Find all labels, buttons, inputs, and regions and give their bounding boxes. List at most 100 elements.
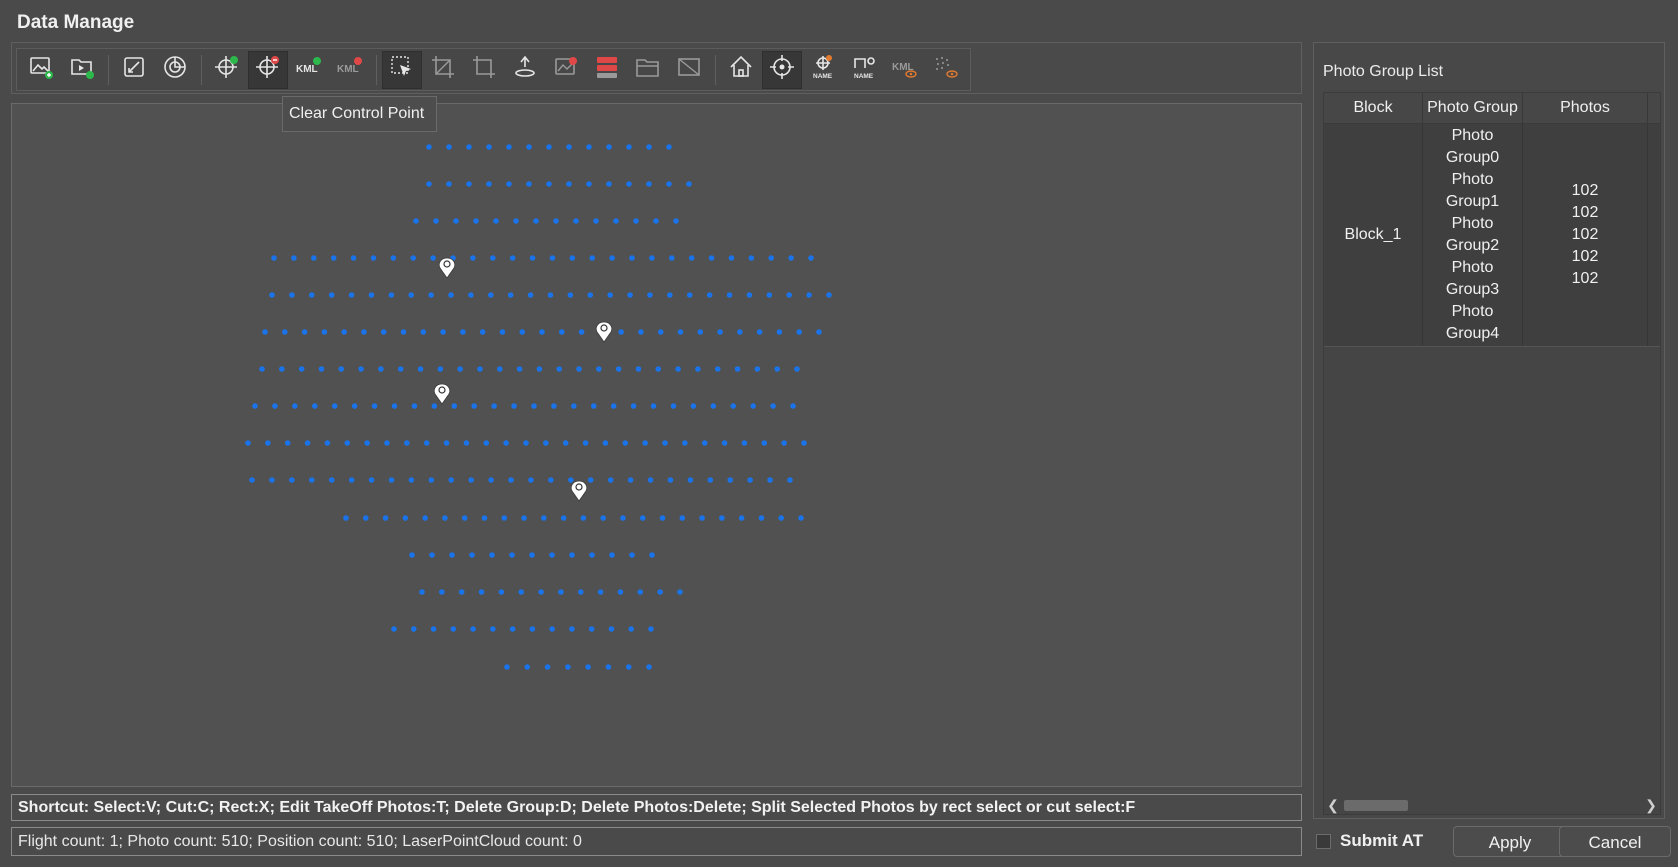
photo-group-name: Photo Group3	[1445, 259, 1500, 298]
photo-count: 102	[1571, 182, 1599, 199]
horizontal-scrollbar[interactable]: ❮ ❯	[1324, 796, 1660, 814]
scroll-right-icon[interactable]: ❯	[1642, 796, 1660, 814]
photo-position-point	[646, 181, 652, 187]
photo-position-point	[518, 589, 525, 595]
photo-position-point	[477, 366, 483, 372]
photo-position-point	[806, 292, 812, 298]
photo-position-point	[538, 589, 544, 595]
column-header-photos[interactable]: Photos	[1523, 93, 1648, 123]
photo-group-list-title: Photo Group List	[1323, 63, 1444, 80]
photo-position-point	[466, 181, 472, 187]
photo-position-point	[653, 218, 659, 224]
photo-position-point	[816, 329, 822, 335]
kml-visibility-button[interactable]: KML	[885, 51, 925, 89]
clear-control-point-button[interactable]	[248, 50, 288, 89]
scrollbar-thumb[interactable]	[1344, 800, 1408, 811]
photo-position-point	[546, 144, 552, 150]
column-header-photo-group[interactable]: Photo Group	[1423, 93, 1523, 123]
photo-position-point	[826, 292, 832, 298]
photo-position-point	[378, 366, 384, 372]
photo-position-point	[617, 589, 624, 595]
photo-position-point	[726, 292, 733, 298]
photo-position-point	[727, 477, 734, 483]
photo-position-point	[488, 292, 494, 298]
photo-position-point	[509, 552, 515, 558]
submit-at-checkbox[interactable]	[1316, 833, 1331, 849]
photo-position-point	[499, 329, 506, 335]
add-control-point-button[interactable]	[207, 51, 247, 89]
photo-position-point	[328, 292, 335, 298]
photo-position-point	[560, 515, 567, 521]
photo-position-point	[756, 329, 763, 335]
photo-position-point	[331, 403, 338, 409]
svg-text:NAME: NAME	[854, 73, 874, 80]
pointcloud-visibility-button[interactable]	[926, 51, 966, 89]
rect-crop-button[interactable]	[464, 51, 504, 89]
apply-button[interactable]: Apply	[1453, 826, 1567, 857]
photo-position-point	[479, 329, 486, 335]
photo-position-point	[466, 144, 472, 150]
photo-position-point	[330, 255, 337, 261]
photo-position-point	[754, 366, 761, 372]
hide-images-button[interactable]	[669, 51, 709, 89]
target-button[interactable]	[762, 50, 802, 89]
photo-counts: 102 102 102 102 102	[1572, 180, 1599, 290]
photo-group-name: Photo Group2	[1445, 215, 1500, 254]
control-point-marker-icon[interactable]	[438, 257, 456, 279]
open-folder-button[interactable]	[628, 51, 668, 89]
show-control-name-button[interactable]: NAME	[803, 51, 843, 89]
photo-position-point	[301, 329, 308, 335]
map-canvas[interactable]	[11, 103, 1302, 787]
photo-position-point	[774, 366, 780, 372]
photo-position-point	[610, 403, 617, 409]
scroll-left-icon[interactable]: ❮	[1324, 796, 1342, 814]
pie-chart-button[interactable]	[155, 51, 195, 89]
photo-group-table[interactable]: Block Photo Group Photos Block_1 Photo Gr…	[1323, 92, 1661, 815]
photo-position-point	[391, 403, 398, 409]
delete-image-button[interactable]	[546, 51, 586, 89]
delete-group-button[interactable]	[587, 51, 627, 89]
control-point-marker-icon[interactable]	[570, 480, 588, 502]
home-button[interactable]	[721, 51, 761, 89]
import-kml-button[interactable]: KML	[289, 51, 329, 89]
toolbar-separator	[201, 54, 202, 85]
photo-position-point	[470, 626, 476, 632]
crop-button[interactable]	[423, 51, 463, 89]
photo-position-point	[471, 403, 477, 409]
photo-position-point	[576, 366, 582, 372]
control-point-marker-icon[interactable]	[595, 321, 613, 343]
photo-position-point	[730, 403, 737, 409]
show-photo-name-button[interactable]: NAME	[844, 51, 884, 89]
photo-group-cell: Photo Group0 Photo Group1 Photo Group2 Photo Gr…	[1423, 124, 1523, 346]
submit-at-option[interactable]: Submit AT	[1316, 831, 1423, 851]
photo-position-point	[588, 626, 595, 632]
photo-position-point	[627, 477, 634, 483]
photo-position-point	[440, 329, 446, 335]
photo-position-point	[245, 440, 251, 446]
photo-position-point	[523, 440, 529, 446]
add-image-button[interactable]	[21, 51, 61, 89]
photo-position-point	[388, 477, 395, 483]
takeoff-button[interactable]	[505, 51, 545, 89]
show-control-name-icon: NAME	[810, 54, 836, 85]
control-point-marker-icon[interactable]	[433, 383, 451, 405]
photo-position-point	[642, 440, 648, 446]
photo-position-point	[546, 181, 552, 187]
photo-position-point	[593, 218, 599, 224]
photo-position-point	[450, 626, 457, 632]
import-video-button[interactable]	[62, 51, 102, 89]
photo-position-point	[647, 477, 654, 483]
photo-position-point	[344, 440, 351, 446]
select-cursor-button[interactable]	[382, 50, 422, 89]
flight-map[interactable]	[12, 104, 1301, 786]
column-header-block[interactable]: Block	[1324, 93, 1423, 123]
cancel-button[interactable]: Cancel	[1559, 826, 1671, 857]
submit-at-label[interactable]: Submit AT	[1340, 831, 1423, 851]
edit-area-button[interactable]	[114, 51, 154, 89]
photo-position-point	[580, 515, 587, 521]
photo-position-point	[408, 292, 415, 298]
photo-position-point	[491, 403, 497, 409]
table-row[interactable]: Block_1 Photo Group0 Photo Group1 Photo Group…	[1324, 124, 1660, 347]
photo-position-point	[370, 255, 377, 261]
remove-kml-button[interactable]: KML	[330, 51, 370, 89]
